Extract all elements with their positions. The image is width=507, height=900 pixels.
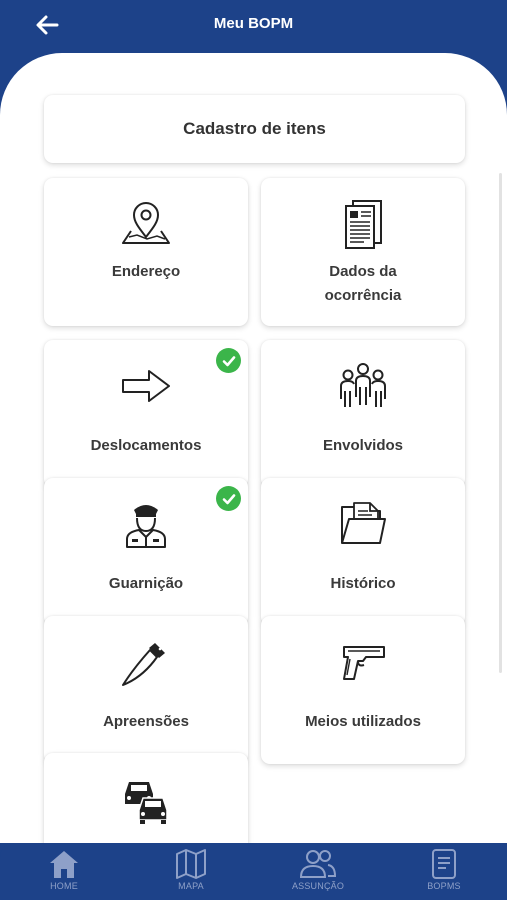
nav-label: ASSUNÇÃO [291,881,345,891]
tile-meios-utilizados[interactable]: Meios utilizados [261,616,465,764]
tile-deslocamentos[interactable]: Deslocamentos [44,340,248,488]
nav-mapa[interactable]: MAPA [141,847,241,899]
page-title: Meu BOPM [213,15,294,32]
knife-icon [44,634,248,690]
nav-label: HOME [50,881,78,891]
tile-label: Dados da ocorrência [324,263,402,304]
tile-label: Deslocamentos [90,437,202,454]
tile-apreensoes[interactable]: Apreensões [44,616,248,764]
nav-label: BOPMS [427,881,461,891]
tile-label: Endereço [111,263,181,280]
nav-bopms[interactable]: BOPMS [394,847,494,899]
home-icon [14,847,114,881]
tile-label: Meios utilizados [305,713,421,730]
scrollbar[interactable] [499,173,502,673]
tile-veiculos[interactable] [44,753,248,843]
document-icon [261,196,465,252]
cars-icon [44,771,248,827]
tile-envolvidos[interactable]: Envolvidos [261,340,465,488]
tile-dados-ocorrencia[interactable]: Dados da ocorrência [261,178,465,326]
pistol-icon [261,634,465,690]
folder-icon [261,496,465,552]
file-icon [394,847,494,881]
tile-label: Apreensões [103,713,189,730]
tile-label: Guarnição [108,575,184,592]
section-header-card: Cadastro de itens [44,95,465,163]
tile-guarnicao[interactable]: Guarnição [44,478,248,626]
tile-endereco[interactable]: Endereço [44,178,248,326]
bottom-navigation: HOME MAPA ASSUNÇÃO BOPMS [0,843,507,900]
tile-label: Histórico [330,575,396,592]
tile-historico[interactable]: Histórico [261,478,465,626]
police-officer-icon [44,496,248,552]
users-icon [268,847,368,881]
nav-home[interactable]: HOME [14,847,114,899]
nav-label: MAPA [178,881,204,891]
map-icon [141,847,241,881]
arrow-right-icon [44,358,248,414]
map-pin-icon [44,196,248,252]
section-title: Cadastro de itens [183,119,326,138]
nav-assuncao[interactable]: ASSUNÇÃO [268,847,368,899]
content-sheet[interactable]: Cadastro de itens Endereço Dados da ocor… [0,53,507,843]
people-group-icon [261,358,465,414]
app-header: Meu BOPM [0,0,507,52]
tile-label: Envolvidos [322,437,404,454]
